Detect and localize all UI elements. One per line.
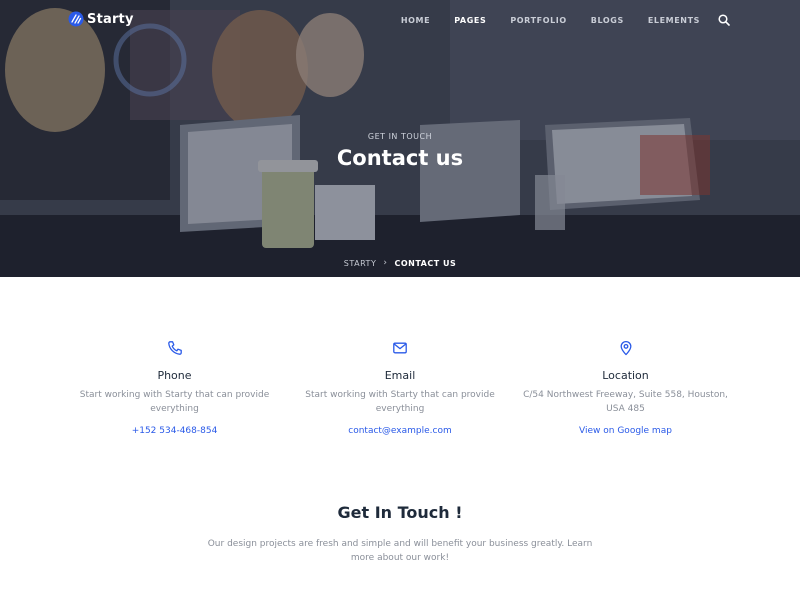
contact-info-section: Phone Start working with Starty that can…	[62, 340, 738, 437]
nav-item-portfolio[interactable]: PORTFOLIO	[510, 16, 566, 25]
get-in-touch-title: Get In Touch !	[337, 503, 463, 522]
contact-title: Location	[602, 369, 649, 382]
chevron-right-icon: ›	[383, 258, 388, 268]
breadcrumb: STARTY › CONTACT US	[0, 258, 800, 268]
breadcrumb-home-link[interactable]: STARTY	[344, 259, 377, 268]
breadcrumb-current: CONTACT US	[394, 258, 457, 268]
contact-title: Email	[384, 369, 416, 382]
nav-item-elements[interactable]: ELEMENTS	[648, 16, 700, 25]
contact-card-location: Location C/54 Northwest Freeway, Suite 5…	[513, 340, 738, 437]
email-link[interactable]: contact@example.com	[348, 426, 452, 436]
nav-item-pages[interactable]: PAGES	[454, 16, 486, 25]
contact-card-email: Email Start working with Starty that can…	[288, 340, 513, 437]
contact-description: Start working with Starty that can provi…	[79, 390, 270, 414]
get-in-touch-text: Our design projects are fresh and simple…	[207, 539, 593, 563]
contact-description: C/54 Northwest Freeway, Suite 558, Houst…	[523, 390, 728, 414]
page-title: Contact us	[336, 146, 464, 170]
contact-title: Phone	[157, 369, 192, 382]
brand-name: Starty	[87, 11, 134, 27]
hero-banner: Starty HOME PAGES PORTFOLIO BLOGS ELEMEN…	[0, 0, 800, 277]
brand-logo[interactable]: Starty	[68, 11, 134, 27]
nav-item-home[interactable]: HOME	[401, 16, 430, 25]
mail-icon	[393, 342, 407, 354]
nav-item-blogs[interactable]: BLOGS	[591, 16, 624, 25]
phone-icon	[167, 341, 182, 355]
google-map-link[interactable]: View on Google map	[579, 426, 672, 436]
contact-description: Start working with Starty that can provi…	[305, 390, 495, 414]
logo-icon	[68, 11, 84, 27]
contact-card-phone: Phone Start working with Starty that can…	[62, 340, 287, 437]
nav-menu: HOME PAGES PORTFOLIO BLOGS ELEMENTS	[377, 16, 700, 25]
hero-kicker: GET IN TOUCH	[367, 132, 433, 141]
phone-link[interactable]: +152 534-468-854	[132, 426, 218, 436]
search-icon[interactable]	[718, 14, 730, 26]
map-pin-icon	[620, 340, 631, 356]
top-navbar: Starty HOME PAGES PORTFOLIO BLOGS ELEMEN…	[0, 0, 800, 42]
